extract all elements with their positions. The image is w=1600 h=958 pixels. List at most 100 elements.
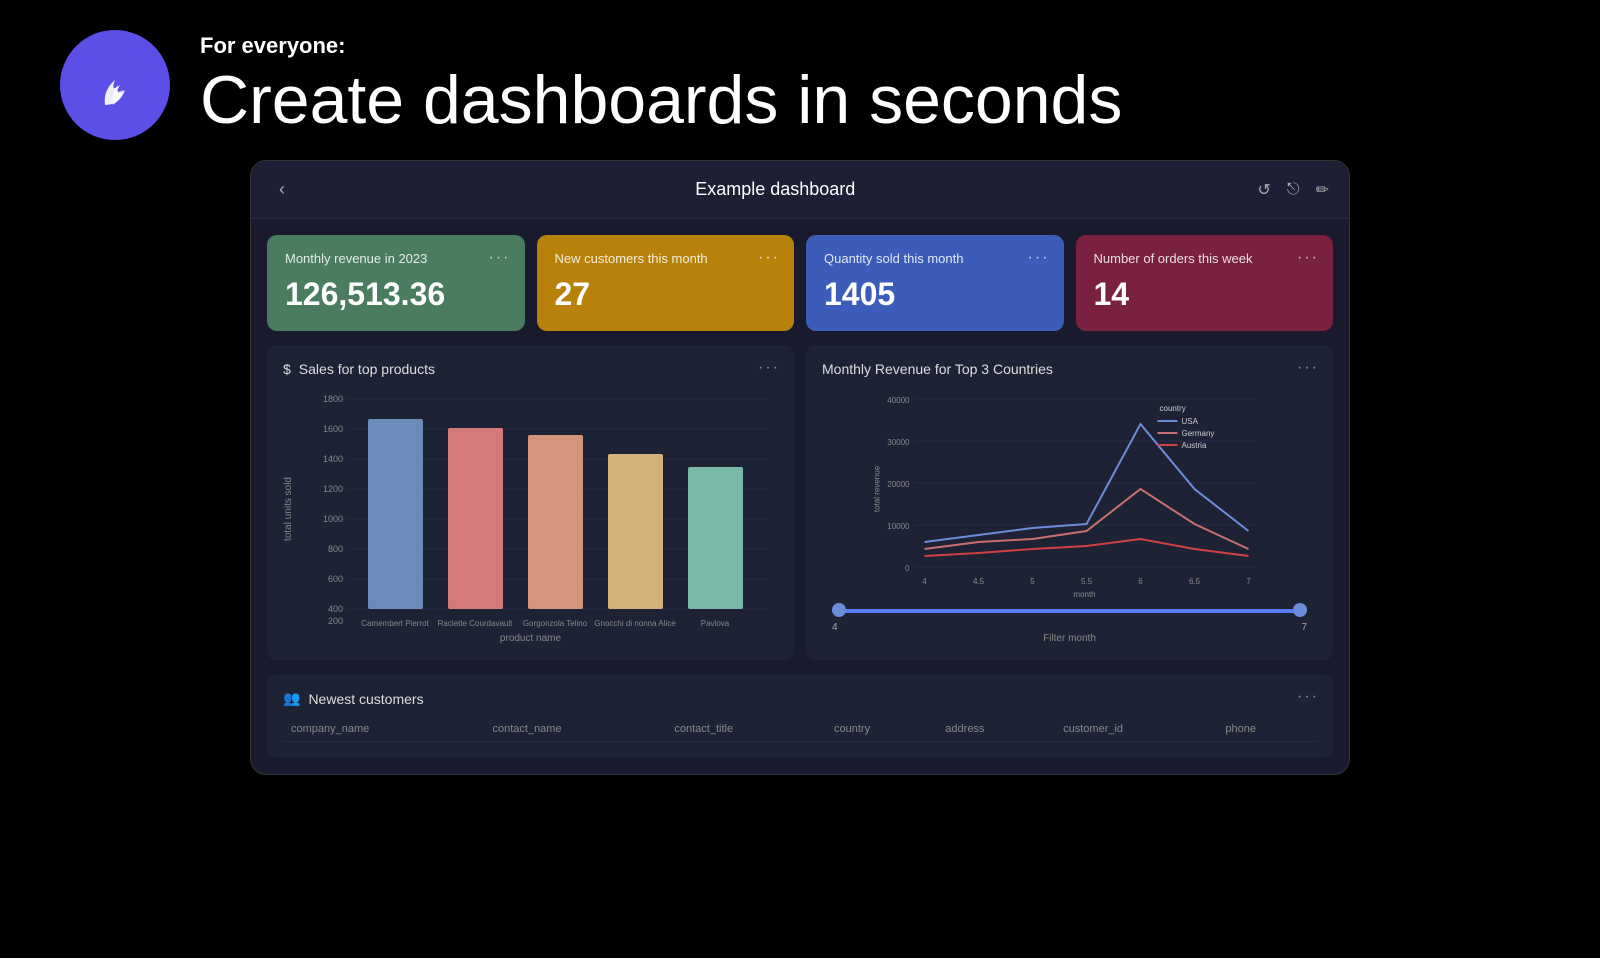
filter-month-area: 4 7 Filter month [822,604,1317,644]
svg-text:country: country [1160,404,1186,413]
svg-text:4: 4 [922,577,927,586]
col-phone: phone [1217,717,1317,742]
svg-text:Raclette Courdavault: Raclette Courdavault [438,619,513,628]
dashboard-body: ··· Monthly revenue in 2023 126,513.36 ·… [251,219,1349,774]
metrics-row: ··· Monthly revenue in 2023 126,513.36 ·… [267,235,1333,331]
svg-text:1800: 1800 [323,394,343,404]
svg-text:1000: 1000 [323,514,343,524]
svg-text:0: 0 [905,564,910,573]
svg-text:1400: 1400 [323,454,343,464]
metric-revenue-value: 126,513.36 [285,276,507,313]
line-austria [925,539,1249,556]
svg-text:USA: USA [1182,417,1199,426]
metric-card-revenue: ··· Monthly revenue in 2023 126,513.36 [267,235,525,331]
refresh-icon[interactable]: ↺ [1258,180,1271,200]
col-contact-name: contact_name [484,717,666,742]
slider-min-label: 4 [832,622,838,633]
svg-text:Pavlova: Pavlova [701,619,730,628]
dashboard-header: ‹ Example dashboard ↺ ⎋ ✏ [251,161,1349,219]
metric-customers-value: 27 [555,276,777,313]
metric-card-orders: ··· Number of orders this week 14 [1076,235,1334,331]
bar-2 [528,435,583,609]
bar-chart-card: $ Sales for top products ··· total units… [267,345,794,660]
line-chart-svg: 0 10000 20000 30000 40000 4 4.5 5 5.5 6 … [822,389,1317,599]
customers-table-menu[interactable]: ··· [1297,688,1319,706]
bar-chart-title: $ Sales for top products [283,361,778,377]
svg-text:20000: 20000 [887,480,910,489]
svg-text:1200: 1200 [323,484,343,494]
hero-section: For everyone: Create dashboards in secon… [0,0,1600,160]
bar-4 [688,467,743,609]
svg-text:1600: 1600 [323,424,343,434]
svg-text:4.5: 4.5 [973,577,985,586]
svg-text:30000: 30000 [887,438,910,447]
logo [60,30,170,140]
charts-row: $ Sales for top products ··· total units… [267,345,1333,660]
line-germany [925,489,1249,549]
bar-3 [608,454,663,609]
dashboard-actions: ↺ ⎋ ✏ [1258,180,1329,200]
bar-1 [448,428,503,609]
metric-customers-menu[interactable]: ··· [758,249,780,267]
metric-orders-menu[interactable]: ··· [1297,249,1319,267]
hero-text: For everyone: Create dashboards in secon… [200,33,1122,138]
svg-text:Germany: Germany [1182,429,1215,438]
svg-text:800: 800 [328,544,343,554]
line-chart-title: Monthly Revenue for Top 3 Countries [822,361,1317,377]
slider-left-thumb[interactable] [832,603,846,617]
customers-table-card: 👥 Newest customers ··· company_name cont… [267,674,1333,758]
svg-text:total revenue: total revenue [873,465,882,512]
metric-quantity-value: 1405 [824,276,1046,313]
bar-chart-svg: 1800 1600 1400 1200 1000 800 600 400 200… [298,389,778,629]
metric-quantity-label: Quantity sold this month [824,251,1046,266]
metric-customers-label: New customers this month [555,251,777,266]
svg-text:6: 6 [1138,577,1143,586]
line-chart-menu[interactable]: ··· [1297,359,1319,377]
svg-text:Gnocchi di nonna Alice: Gnocchi di nonna Alice [594,619,676,628]
bar-chart-y-label: total units sold [283,477,294,541]
svg-text:Gorgonzola Telino: Gorgonzola Telino [523,619,588,628]
svg-text:month: month [1073,590,1095,599]
svg-text:200: 200 [328,616,343,626]
metric-card-customers: ··· New customers this month 27 [537,235,795,331]
metric-card-quantity: ··· Quantity sold this month 1405 [806,235,1064,331]
svg-text:40000: 40000 [887,396,910,405]
svg-text:600: 600 [328,574,343,584]
back-button[interactable]: ‹ [271,175,293,204]
metric-orders-label: Number of orders this week [1094,251,1316,266]
filter-label: Filter month [832,633,1307,644]
metric-quantity-menu[interactable]: ··· [1028,249,1050,267]
customers-icon: 👥 [283,690,300,707]
bar-chart-x-label: product name [283,633,778,644]
col-customer-id: customer_id [1055,717,1217,742]
edit-icon[interactable]: ✏ [1316,180,1329,200]
slider-right-thumb[interactable] [1293,603,1307,617]
svg-text:Camembert Pierrot: Camembert Pierrot [361,619,429,628]
hero-subtitle: For everyone: [200,33,1122,59]
slider-max-label: 7 [1301,622,1307,633]
customers-table: company_name contact_name contact_title … [283,717,1317,742]
bar-chart-menu[interactable]: ··· [758,359,780,377]
bar-0 [368,419,423,609]
metric-revenue-menu[interactable]: ··· [489,249,511,267]
col-contact-title: contact_title [666,717,826,742]
metric-revenue-label: Monthly revenue in 2023 [285,251,507,266]
hero-title: Create dashboards in seconds [200,63,1122,138]
svg-text:10000: 10000 [887,522,910,531]
line-chart-card: Monthly Revenue for Top 3 Countries ··· … [806,345,1333,660]
dollar-icon: $ [283,361,291,377]
col-company-name: company_name [283,717,484,742]
svg-text:7: 7 [1246,577,1251,586]
svg-text:400: 400 [328,604,343,614]
col-country: country [826,717,937,742]
metric-orders-value: 14 [1094,276,1316,313]
svg-text:Austria: Austria [1182,441,1207,450]
customers-table-title: 👥 Newest customers [283,690,1317,707]
dashboard-title: Example dashboard [695,179,855,200]
svg-text:6.5: 6.5 [1189,577,1201,586]
svg-text:5: 5 [1030,577,1035,586]
share-icon[interactable]: ⎋ [1287,181,1300,199]
svg-text:5.5: 5.5 [1081,577,1093,586]
dashboard: ‹ Example dashboard ↺ ⎋ ✏ ··· Monthly re… [250,160,1350,775]
col-address: address [937,717,1055,742]
